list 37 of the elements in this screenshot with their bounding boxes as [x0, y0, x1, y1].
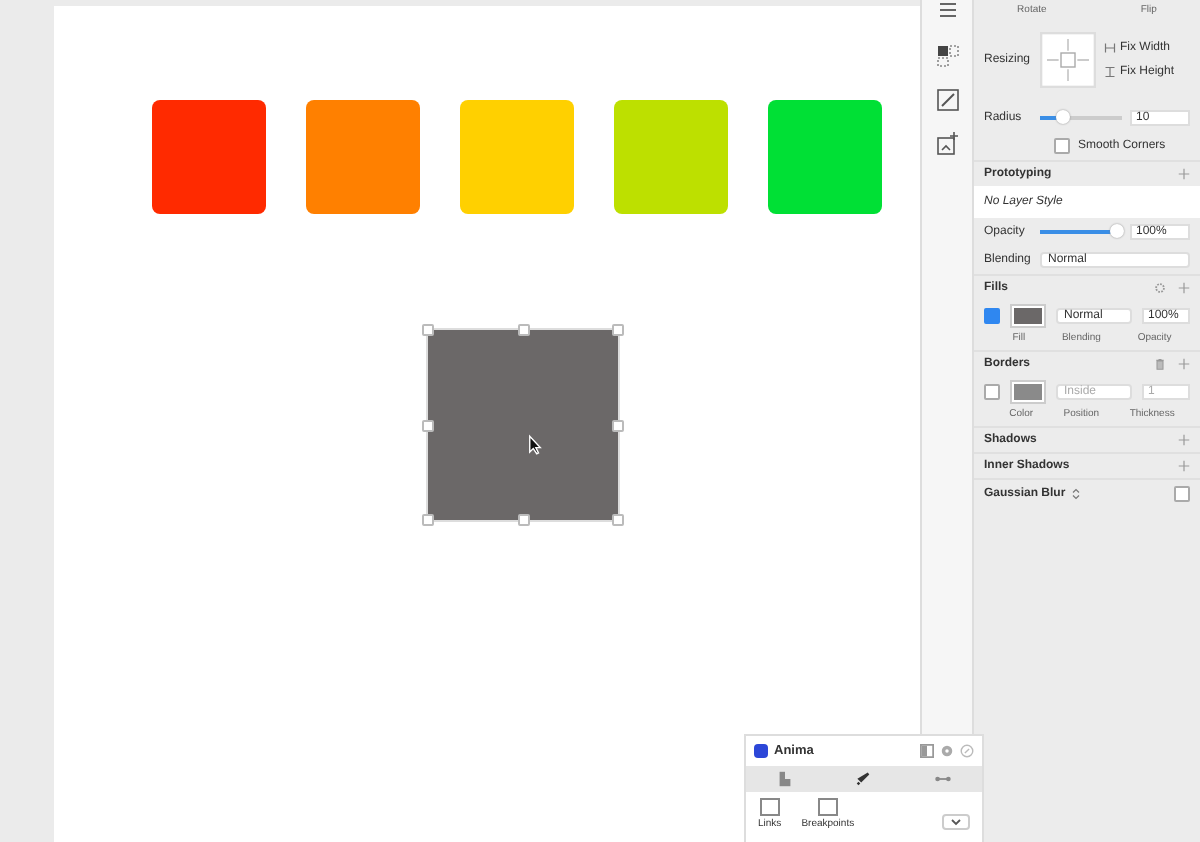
add-icon[interactable]	[1178, 282, 1190, 294]
resize-handle[interactable]	[518, 324, 530, 336]
image-add-icon[interactable]	[935, 132, 959, 156]
resize-handle[interactable]	[612, 420, 624, 432]
expand-button[interactable]	[942, 814, 970, 830]
layout-tab[interactable]	[776, 770, 795, 788]
border-checkbox[interactable]	[984, 384, 1000, 400]
resize-handle[interactable]	[612, 324, 624, 336]
selected-square[interactable]	[426, 328, 620, 522]
app-logo-icon	[754, 744, 768, 758]
add-icon[interactable]	[1178, 434, 1190, 446]
chevron-down-icon[interactable]	[948, 816, 964, 828]
add-icon[interactable]	[1178, 358, 1190, 370]
resize-handle[interactable]	[422, 324, 434, 336]
border-color-swatch[interactable]	[1010, 380, 1046, 404]
resize-handle[interactable]	[422, 420, 434, 432]
smooth-corners-checkbox[interactable]	[1054, 138, 1070, 154]
layout-icon[interactable]	[935, 44, 959, 68]
gaussian-blur-checkbox[interactable]	[1174, 486, 1190, 502]
add-icon[interactable]	[1178, 168, 1190, 180]
settings-icon[interactable]	[1154, 282, 1166, 294]
resizing-control[interactable]	[1040, 32, 1096, 88]
stepper-icon[interactable]	[1069, 488, 1082, 500]
resize-handle[interactable]	[422, 514, 434, 526]
cursor-icon	[528, 434, 542, 456]
trash-icon[interactable]	[1154, 358, 1166, 370]
fill-checkbox[interactable]	[984, 308, 1000, 324]
resize-handle[interactable]	[518, 514, 530, 526]
close-icon[interactable]	[960, 744, 974, 758]
fix-height-icon[interactable]	[1104, 66, 1116, 78]
resize-handle[interactable]	[612, 514, 624, 526]
add-icon[interactable]	[1178, 460, 1190, 472]
image-edit-icon[interactable]	[935, 88, 959, 112]
settings-icon[interactable]	[940, 744, 954, 758]
sidebar-icon[interactable]	[920, 744, 934, 758]
fill-color-swatch[interactable]	[1010, 304, 1046, 328]
fix-width-icon[interactable]	[1104, 42, 1116, 54]
